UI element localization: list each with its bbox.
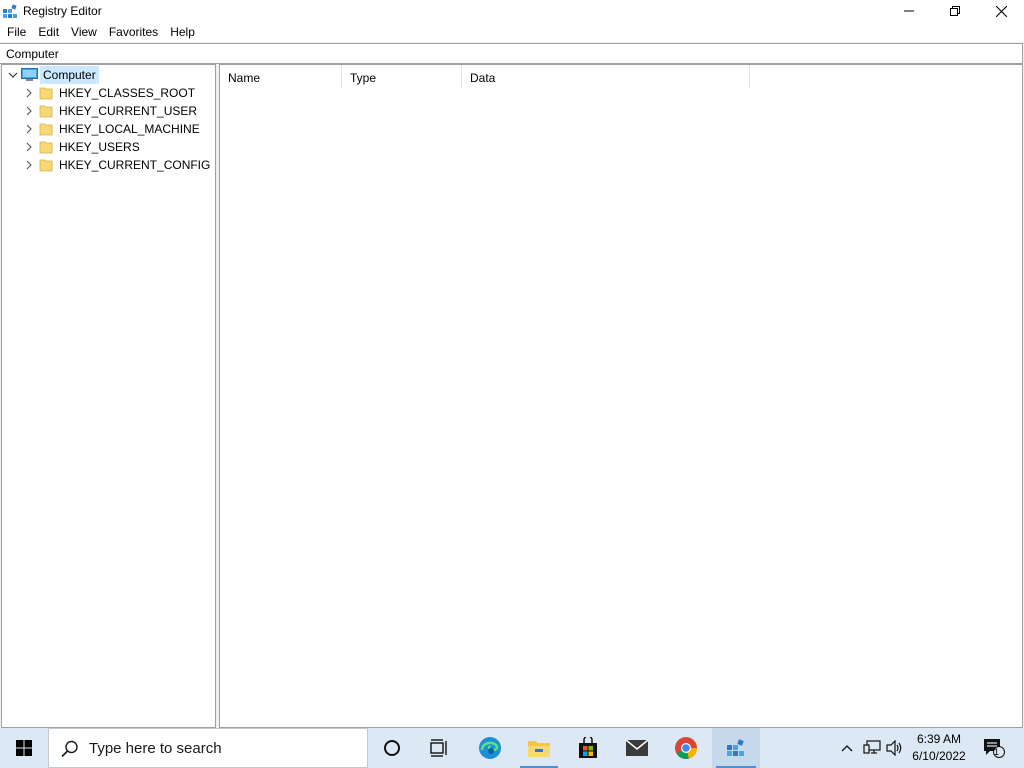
tree-item-computer[interactable]: Computer <box>2 66 212 84</box>
file-explorer-button[interactable] <box>516 728 562 768</box>
notification-count: 1 <box>994 747 1000 757</box>
taskbar-search-box[interactable]: Type here to search <box>48 728 368 768</box>
tree-item-hkey-current-config[interactable]: HKEY_CURRENT_CONFIG <box>2 156 212 174</box>
chrome-button[interactable] <box>664 728 708 768</box>
search-placeholder: Type here to search <box>89 740 222 757</box>
column-header-data[interactable]: Data <box>462 65 750 89</box>
network-button[interactable] <box>860 728 884 768</box>
store-button[interactable] <box>566 728 610 768</box>
tree-item-hkey-current-user[interactable]: HKEY_CURRENT_USER <box>2 102 212 120</box>
computer-icon <box>21 68 38 81</box>
restore-button[interactable] <box>932 0 978 22</box>
network-icon <box>863 740 881 754</box>
minimize-icon <box>904 10 914 12</box>
store-icon <box>579 737 597 758</box>
clock-time: 6:39 AM <box>916 732 962 746</box>
edge-icon <box>479 737 501 759</box>
windows-logo-icon <box>16 740 32 756</box>
chevron-up-icon <box>841 745 853 752</box>
regedit-icon <box>727 739 744 756</box>
registry-editor-taskbar-button[interactable] <box>712 728 760 768</box>
chevron-right-icon[interactable] <box>24 124 34 134</box>
restore-icon <box>950 6 960 16</box>
search-icon <box>61 740 78 758</box>
folder-icon <box>528 741 550 757</box>
address-value: Computer <box>6 47 59 61</box>
tree-label: HKEY_LOCAL_MACHINE <box>59 122 200 136</box>
clock-date: 6/10/2022 <box>912 749 966 763</box>
close-icon <box>995 5 1007 17</box>
task-view-button[interactable] <box>418 728 462 768</box>
show-hidden-icons-button[interactable] <box>836 728 858 768</box>
tree-item-hkey-local-machine[interactable]: HKEY_LOCAL_MACHINE <box>2 120 212 138</box>
edge-button[interactable] <box>468 728 512 768</box>
mail-icon <box>625 739 649 756</box>
taskbar: Type here to search 6:39 AM 6/10/2022 1 <box>0 728 1024 768</box>
start-button[interactable] <box>0 728 48 768</box>
regedit-app-icon <box>3 4 17 18</box>
list-header: Name Type Data <box>220 65 1022 89</box>
chevron-right-icon[interactable] <box>24 88 34 98</box>
menu-bar: File Edit View Favorites Help <box>0 22 1024 42</box>
chevron-down-icon[interactable] <box>8 70 18 80</box>
folder-icon <box>39 105 53 118</box>
menu-favorites[interactable]: Favorites <box>103 22 164 42</box>
tree-label: HKEY_USERS <box>59 140 140 154</box>
action-center-button[interactable]: 1 <box>978 728 1010 768</box>
chrome-icon <box>675 737 697 760</box>
tree-item-hkey-users[interactable]: HKEY_USERS <box>2 138 212 156</box>
address-bar[interactable]: Computer <box>0 43 1023 64</box>
menu-help[interactable]: Help <box>164 22 201 42</box>
window-title: Registry Editor <box>23 4 102 18</box>
mail-button[interactable] <box>614 728 660 768</box>
values-list-pane[interactable]: Name Type Data <box>219 64 1023 728</box>
menu-view[interactable]: View <box>65 22 103 42</box>
taskbar-clock[interactable]: 6:39 AM 6/10/2022 <box>908 728 970 768</box>
tree-label: HKEY_CURRENT_CONFIG <box>59 158 211 172</box>
tree-label: HKEY_CLASSES_ROOT <box>59 86 196 100</box>
volume-button[interactable] <box>884 728 906 768</box>
registry-editor-window: Registry Editor File Edit View Favorites… <box>0 0 1024 728</box>
folder-icon <box>39 141 53 154</box>
chevron-right-icon[interactable] <box>24 106 34 116</box>
column-header-name[interactable]: Name <box>220 65 342 89</box>
minimize-button[interactable] <box>886 0 932 22</box>
menu-file[interactable]: File <box>0 22 32 42</box>
tree-label: HKEY_CURRENT_USER <box>59 104 198 118</box>
chevron-right-icon[interactable] <box>24 160 34 170</box>
title-bar[interactable]: Registry Editor <box>0 0 1024 22</box>
folder-icon <box>39 87 53 100</box>
folder-icon <box>39 123 53 136</box>
cortana-button[interactable] <box>370 728 414 768</box>
menu-edit[interactable]: Edit <box>32 22 65 42</box>
tree-item-hkey-classes-root[interactable]: HKEY_CLASSES_ROOT <box>2 84 212 102</box>
column-header-type[interactable]: Type <box>342 65 462 89</box>
circle-icon <box>384 740 400 756</box>
folder-icon <box>39 159 53 172</box>
key-tree-pane[interactable]: Computer HKEY_CLASSES_ROOT HKEY_CURRENT_… <box>1 64 216 728</box>
tree-label-computer: Computer <box>40 66 99 84</box>
chevron-right-icon[interactable] <box>24 142 34 152</box>
speaker-icon <box>886 740 902 756</box>
close-button[interactable] <box>978 0 1024 22</box>
task-view-icon <box>430 739 447 757</box>
